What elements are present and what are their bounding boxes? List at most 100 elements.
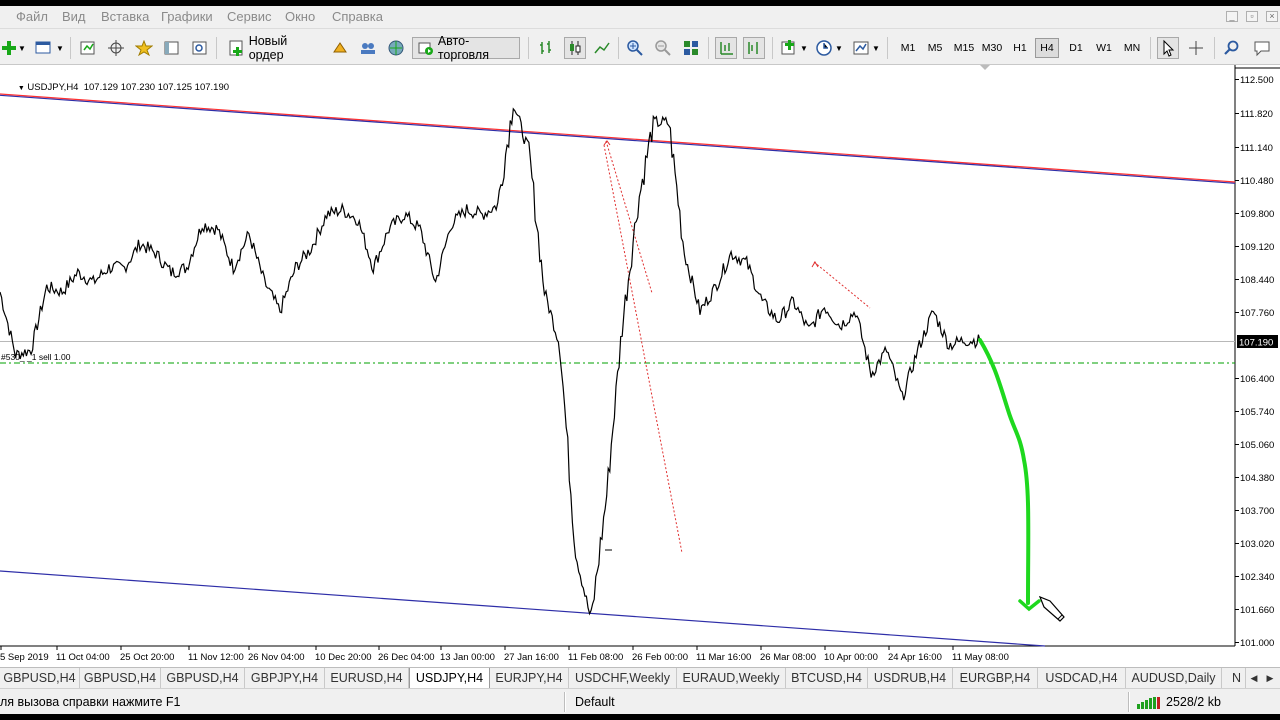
- tab-usdjpy-h4[interactable]: USDJPY,H4: [409, 668, 490, 689]
- profiles-icon[interactable]: [34, 37, 54, 59]
- menu-bar: Файл Вид Вставка Графики Сервис Окно Спр…: [0, 6, 1280, 28]
- navigator-icon[interactable]: [134, 37, 154, 59]
- time-label: 10 Apr 00:00: [824, 652, 878, 663]
- chat-icon[interactable]: [1252, 37, 1274, 59]
- tester-icon[interactable]: [190, 37, 210, 59]
- crosshair-icon[interactable]: [106, 37, 126, 59]
- menu-tools[interactable]: Сервис: [227, 9, 272, 24]
- menu-file[interactable]: Файл: [16, 9, 48, 24]
- candlestick-icon[interactable]: [564, 37, 586, 59]
- price-scale: 112.500 111.820 111.140 110.480 109.800 109.1…: [1235, 75, 1274, 649]
- new-order-icon: [229, 40, 243, 56]
- tab-gbpusd-h4[interactable]: GBPUSD,H4: [161, 668, 245, 688]
- tab-usdcad-h4[interactable]: USDCAD,H4: [1038, 668, 1126, 688]
- indicators-icon[interactable]: [779, 37, 799, 59]
- bar-chart-icon[interactable]: [536, 37, 556, 59]
- autoscroll-icon[interactable]: [715, 37, 737, 59]
- chevron-down-icon[interactable]: ▼: [18, 37, 26, 59]
- menu-charts[interactable]: Графики: [161, 9, 213, 24]
- price-label: 109.120: [1240, 242, 1274, 253]
- time-label: 26 Mar 08:00: [760, 652, 816, 663]
- timeframe-w1[interactable]: W1: [1092, 38, 1116, 58]
- close-icon[interactable]: ×: [1266, 11, 1278, 22]
- shift-marker-icon[interactable]: [980, 65, 990, 70]
- timeframe-mn[interactable]: MN: [1120, 38, 1144, 58]
- price-label: 110.480: [1240, 176, 1274, 187]
- tabs-scroll-left-icon[interactable]: ◀: [1246, 668, 1262, 688]
- price-label: 101.660: [1240, 605, 1274, 616]
- tab-usdchf-weekly[interactable]: USDCHF,Weekly: [569, 668, 677, 688]
- time-label: 11 Mar 16:00: [696, 652, 751, 663]
- zoom-in-icon[interactable]: [625, 37, 645, 59]
- collapse-triangle-icon[interactable]: ▼: [18, 85, 25, 92]
- tabs-scroll-right-icon[interactable]: ▶: [1262, 668, 1278, 688]
- tab-gbpusd-h4[interactable]: GBPUSD,H4: [0, 668, 80, 688]
- tile-windows-icon[interactable]: [681, 37, 701, 59]
- meta-editor-icon[interactable]: [330, 37, 350, 59]
- tab-btcusd-h4[interactable]: BTCUSD,H4: [786, 668, 868, 688]
- tab-eurjpy-h4[interactable]: EURJPY,H4: [490, 668, 569, 688]
- price-label: 105.740: [1240, 407, 1274, 418]
- market-icon[interactable]: [386, 37, 406, 59]
- price-label: 109.800: [1240, 209, 1274, 220]
- time-label: 25 Oct 20:00: [120, 652, 174, 663]
- tab-more[interactable]: N: [1222, 668, 1246, 688]
- timeframe-m30[interactable]: M30: [980, 38, 1004, 58]
- tab-audusd-daily[interactable]: AUDUSD,Daily: [1126, 668, 1222, 688]
- tab-gbpusd-h4[interactable]: GBPUSD,H4: [80, 668, 161, 688]
- price-label: 105.060: [1240, 440, 1274, 451]
- terminal-icon[interactable]: [162, 37, 182, 59]
- new-chart-icon[interactable]: [0, 37, 18, 59]
- menu-window[interactable]: Окно: [285, 9, 315, 24]
- price-label: 111.140: [1240, 143, 1273, 154]
- menu-view[interactable]: Вид: [62, 9, 86, 24]
- tab-eurusd-h4[interactable]: EURUSD,H4: [325, 668, 409, 688]
- timeframe-m5[interactable]: M5: [923, 38, 947, 58]
- tab-euraud-weekly[interactable]: EURAUD,Weekly: [677, 668, 786, 688]
- crosshair-tool-icon[interactable]: [1186, 37, 1206, 59]
- menu-insert[interactable]: Вставка: [101, 9, 149, 24]
- timeframe-m1[interactable]: M1: [896, 38, 920, 58]
- new-order-button[interactable]: Новый ордер: [223, 34, 325, 62]
- symbol-info: ▼ USDJPY,H4 107.129 107.230 107.125 107.…: [2, 71, 229, 104]
- zoom-out-icon[interactable]: [653, 37, 673, 59]
- tab-eurgbp-h4[interactable]: EURGBP,H4: [953, 668, 1038, 688]
- price-series-line: [0, 107, 981, 616]
- market-watch-icon[interactable]: [78, 37, 98, 59]
- price-label: 111.820: [1240, 109, 1273, 120]
- channel-top-red-line[interactable]: [0, 93, 1236, 183]
- price-label: 112.500: [1240, 75, 1274, 86]
- chart-shift-icon[interactable]: [743, 37, 765, 59]
- timeframe-h4[interactable]: H4: [1035, 38, 1059, 58]
- time-label: 26 Dec 04:00: [378, 652, 435, 663]
- time-label: 24 Apr 16:00: [888, 652, 942, 663]
- new-order-label: Новый ордер: [248, 34, 288, 62]
- signals-icon[interactable]: [358, 37, 378, 59]
- connection-icon: [1137, 697, 1163, 709]
- templates-icon[interactable]: [851, 37, 871, 59]
- minimize-icon[interactable]: _: [1226, 11, 1238, 22]
- price-chart[interactable]: 112.500 111.820 111.140 110.480 109.800 109.1…: [0, 65, 1280, 667]
- channel-top-blue-line[interactable]: [0, 94, 1236, 184]
- timeframe-d1[interactable]: D1: [1064, 38, 1088, 58]
- tab-gbpjpy-h4[interactable]: GBPJPY,H4: [245, 668, 325, 688]
- menu-help[interactable]: Справка: [332, 9, 383, 24]
- timeframe-m15[interactable]: M15: [952, 38, 976, 58]
- timeframe-h1[interactable]: H1: [1008, 38, 1032, 58]
- line-chart-icon[interactable]: [592, 37, 612, 59]
- trade-open-arrow-icon: [603, 140, 611, 146]
- profile-name[interactable]: Default: [575, 695, 615, 709]
- chevron-down-icon[interactable]: ▼: [800, 37, 808, 59]
- channel-bottom-line[interactable]: [0, 570, 1046, 647]
- price-label: 103.020: [1240, 539, 1274, 550]
- restore-icon[interactable]: ▫: [1246, 11, 1258, 22]
- toolbar: ▼ ▼ Новый ордер Авто-торговля ▼ ▼ ▼ M1 M…: [0, 28, 1280, 65]
- cursor-icon[interactable]: [1157, 37, 1179, 59]
- search-icon[interactable]: [1222, 37, 1242, 59]
- tab-usdrub-h4[interactable]: USDRUB,H4: [868, 668, 953, 688]
- autotrading-button[interactable]: Авто-торговля: [412, 34, 520, 62]
- chevron-down-icon[interactable]: ▼: [835, 37, 843, 59]
- period-clock-icon[interactable]: [814, 37, 834, 59]
- chevron-down-icon[interactable]: ▼: [56, 37, 64, 59]
- chevron-down-icon[interactable]: ▼: [872, 37, 880, 59]
